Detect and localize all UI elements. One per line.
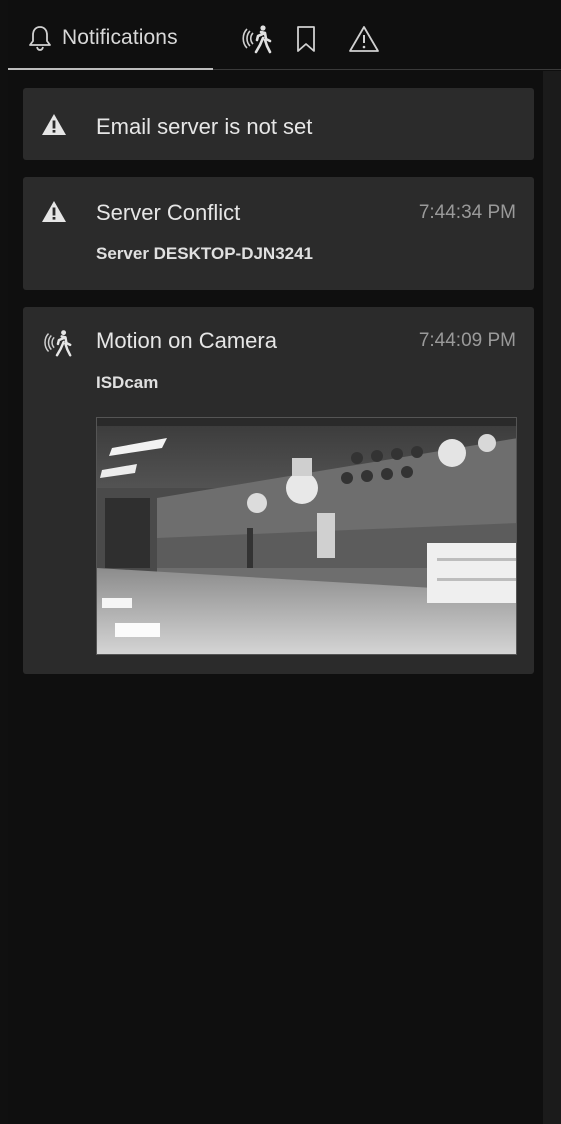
notification-time: 7:44:34 PM bbox=[418, 202, 516, 223]
warning-triangle-icon bbox=[348, 25, 380, 53]
warning-icon bbox=[41, 113, 67, 141]
notification-email-server[interactable]: Email server is not set bbox=[23, 88, 534, 160]
notification-title: Motion on Camera bbox=[96, 328, 277, 353]
motion-person-icon bbox=[41, 327, 73, 364]
notification-subtitle: Server DESKTOP-DJN3241 bbox=[96, 244, 314, 263]
notification-list: Email server is not set Server Conflict … bbox=[23, 88, 534, 691]
notification-panel: Notifications Email server is not set Se… bbox=[8, 0, 561, 1124]
tab-alerts[interactable] bbox=[339, 8, 389, 70]
notification-title: Email server is not set bbox=[96, 114, 313, 139]
camera-snapshot[interactable] bbox=[96, 417, 517, 655]
bookmark-icon bbox=[295, 25, 317, 53]
notification-subtitle: ISDcam bbox=[96, 373, 159, 392]
notification-server-conflict[interactable]: Server Conflict 7:44:34 PM Server DESKTO… bbox=[23, 177, 534, 290]
scrollbar[interactable] bbox=[543, 71, 561, 1124]
tab-motion[interactable] bbox=[231, 8, 281, 70]
tab-notifications[interactable]: Notifications bbox=[8, 8, 213, 70]
bell-icon bbox=[28, 24, 52, 52]
tab-bar: Notifications bbox=[8, 8, 561, 70]
motion-person-icon bbox=[239, 23, 273, 55]
notification-time: 7:44:09 PM bbox=[418, 330, 516, 351]
tab-bookmarks[interactable] bbox=[281, 8, 331, 70]
notification-motion[interactable]: Motion on Camera 7:44:09 PM ISDcam bbox=[23, 307, 534, 674]
warning-icon bbox=[41, 200, 67, 228]
notification-title: Server Conflict bbox=[96, 200, 241, 225]
tab-notifications-label: Notifications bbox=[62, 25, 178, 49]
